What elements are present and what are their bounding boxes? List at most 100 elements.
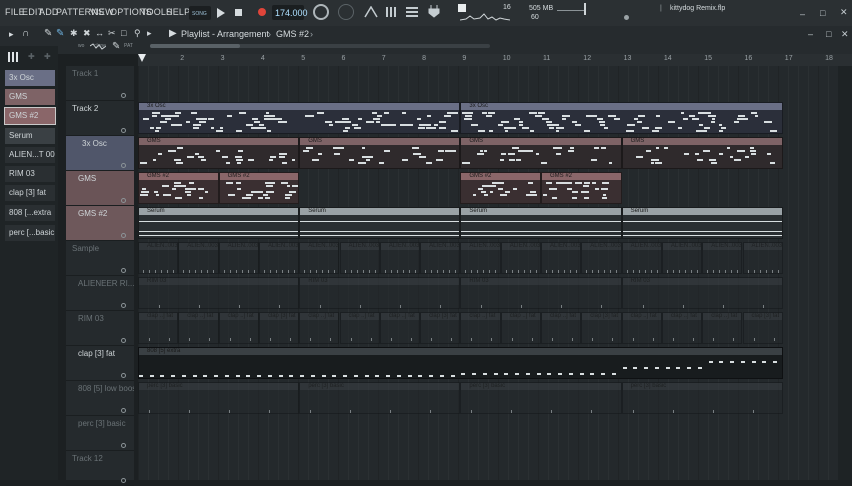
mute-tool-icon[interactable]: ✖ <box>83 28 91 39</box>
picker-all-icon[interactable] <box>8 52 18 62</box>
draw-tool-icon[interactable]: ✎ <box>44 28 52 39</box>
pattern-clip[interactable]: ALIEN..003 <box>178 242 219 274</box>
pattern-clip[interactable]: Serum <box>138 207 300 239</box>
master-pitch-slider[interactable] <box>557 10 585 11</box>
zoom-tool-icon[interactable]: ⚲ <box>134 28 141 39</box>
pattern-clip[interactable]: ALIEN..003 <box>621 242 662 274</box>
current-pattern-label[interactable]: GMS #2 <box>276 29 309 39</box>
track-mute-icon[interactable] <box>121 233 126 238</box>
pattern-clip[interactable]: RIM 03 <box>299 277 461 309</box>
pattern-clip[interactable]: 3x Osc <box>138 102 461 134</box>
mixer-icon[interactable] <box>385 6 397 20</box>
pattern-clip[interactable]: perc [3] basic <box>460 382 622 414</box>
window-minimize-icon[interactable]: – <box>800 9 805 19</box>
pattern-clip[interactable]: ALIEN..003 <box>379 242 421 274</box>
pencil-tool-icon[interactable]: ✎ <box>112 41 120 52</box>
pattern-clip[interactable]: ALIEN..003 <box>661 242 703 274</box>
playback-tool-icon[interactable]: ▸ <box>147 28 152 39</box>
pattern-clip[interactable]: GMS #2 <box>218 172 300 204</box>
playlist-close-icon[interactable]: ✕ <box>841 29 849 40</box>
pattern-clip[interactable]: ALIEN..003 <box>500 242 541 274</box>
pattern-clip[interactable]: ALIEN..003 <box>218 242 259 274</box>
channel-item-serum[interactable]: Serum <box>5 128 55 144</box>
pattern-clip[interactable]: clap [3] fat <box>258 312 300 344</box>
pattern-clip[interactable]: RIM 03 <box>138 277 300 309</box>
pattern-clip[interactable]: ALIEN..003 <box>339 242 380 274</box>
pattern-clip[interactable]: perc [3] basic <box>138 382 300 414</box>
pattern-clip[interactable]: ALIEN..003 <box>702 242 743 274</box>
pattern-clip[interactable]: ALIEN..003 <box>541 242 582 274</box>
pitch-slider-handle[interactable] <box>584 3 586 15</box>
record-icon[interactable] <box>258 8 266 16</box>
pattern-clip[interactable]: clap [3] fat <box>581 312 622 344</box>
pattern-clip[interactable]: GMS <box>299 137 461 169</box>
pattern-clip[interactable]: clap ..] fat <box>299 312 340 344</box>
track-mute-icon[interactable] <box>121 373 126 378</box>
pattern-clip[interactable]: GMS #2 <box>138 172 219 204</box>
snap-icon[interactable] <box>364 5 378 20</box>
pattern-clip[interactable]: clap ..] fat <box>218 312 259 344</box>
pattern-clip[interactable]: clap [3] fat <box>420 312 461 344</box>
picker-audio-icon[interactable]: ✚ <box>44 52 51 61</box>
playhead-marker-icon[interactable] <box>138 54 146 66</box>
pattern-clip[interactable]: clap ..] fat <box>621 312 662 344</box>
select-tool-icon[interactable]: □ <box>121 28 126 38</box>
pattern-clip[interactable]: clap ..] fat <box>500 312 541 344</box>
track-mute-icon[interactable] <box>121 93 126 98</box>
menu-help[interactable]: HELP <box>166 7 190 17</box>
pattern-clip[interactable]: GMS <box>460 137 622 169</box>
pattern-clip[interactable]: ALIEN..003 <box>258 242 300 274</box>
timeline-ruler[interactable]: 2 3 4 5 6 7 8 9 10 11 12 13 14 15 16 17 18 <box>138 54 852 66</box>
pattern-clip[interactable]: clap ..] fat <box>178 312 219 344</box>
track-mute-icon[interactable] <box>121 303 126 308</box>
playlist-play-arrow-icon[interactable]: ▶ <box>169 28 177 39</box>
plugin-plug-icon[interactable] <box>428 5 440 21</box>
picker-patterns-icon[interactable]: ✚ <box>28 52 35 61</box>
pattern-clip[interactable]: perc [3] basic <box>299 382 461 414</box>
track-mute-icon[interactable] <box>121 478 126 483</box>
pattern-clip[interactable]: ALIEN..003 <box>460 242 501 274</box>
channel-item-perc[interactable]: perc [...basic <box>5 225 55 241</box>
pattern-clip[interactable]: Serum <box>299 207 461 239</box>
paint-tool-icon[interactable]: ✎ <box>56 28 64 39</box>
pattern-clip[interactable]: ALIEN..003 <box>742 242 783 274</box>
pattern-clip[interactable]: ALIEN..003 <box>581 242 622 274</box>
pattern-clip[interactable]: GMS #2 <box>541 172 622 204</box>
metronome-knob-icon[interactable] <box>313 4 329 20</box>
play-icon[interactable] <box>217 8 225 20</box>
pattern-clip[interactable]: clap ..] fat <box>379 312 421 344</box>
slice-tool-icon[interactable]: ✂ <box>108 28 116 39</box>
channel-item-alien[interactable]: ALIEN...T 003 <box>5 147 55 163</box>
playlist-maximize-icon[interactable]: □ <box>826 29 831 39</box>
tempo-display[interactable]: 174.000 <box>272 5 308 20</box>
pattern-clip[interactable]: GMS #2 <box>460 172 541 204</box>
channel-item-gms-2[interactable]: GMS #2 <box>4 107 56 125</box>
track-mute-icon[interactable] <box>121 338 126 343</box>
magnet-snap-icon[interactable]: ∩ <box>22 28 29 39</box>
pattern-clip[interactable]: clap ..] fat <box>541 312 582 344</box>
track-mute-icon[interactable] <box>121 128 126 133</box>
slip-tool-icon[interactable]: ↔ <box>95 28 104 38</box>
channel-item-808[interactable]: 808 [...extra <box>5 205 55 221</box>
pattern-clip[interactable]: GMS <box>138 137 300 169</box>
pattern-clip[interactable]: ALIEN..003 <box>138 242 179 274</box>
window-maximize-icon[interactable]: □ <box>820 8 825 18</box>
track-mute-icon[interactable] <box>121 408 126 413</box>
track-mute-icon[interactable] <box>121 163 126 168</box>
pattern-clip[interactable]: 3x Osc <box>460 102 783 134</box>
pattern-clip[interactable]: ALIEN..003 <box>420 242 461 274</box>
pattern-clip[interactable]: 808 [5] extra <box>138 347 783 379</box>
pattern-clip[interactable]: clap [3] fat <box>742 312 783 344</box>
stop-icon[interactable] <box>235 9 242 16</box>
window-close-icon[interactable]: ✕ <box>840 7 848 18</box>
pattern-clip[interactable]: Serum <box>460 207 622 239</box>
pattern-clip[interactable]: GMS <box>621 137 783 169</box>
channel-rack-icon[interactable] <box>406 6 418 20</box>
playlist-menu-arrow-icon[interactable]: ▸ <box>9 29 14 40</box>
playlist-minimize-icon[interactable]: – <box>808 29 813 39</box>
pattern-clip[interactable]: clap ..] fat <box>460 312 501 344</box>
pattern-clip[interactable]: RIM 03 <box>460 277 622 309</box>
pattern-clip[interactable]: perc [3] basic <box>621 382 783 414</box>
pattern-clip[interactable]: RIM 03 <box>621 277 783 309</box>
track-mute-icon[interactable] <box>121 268 126 273</box>
